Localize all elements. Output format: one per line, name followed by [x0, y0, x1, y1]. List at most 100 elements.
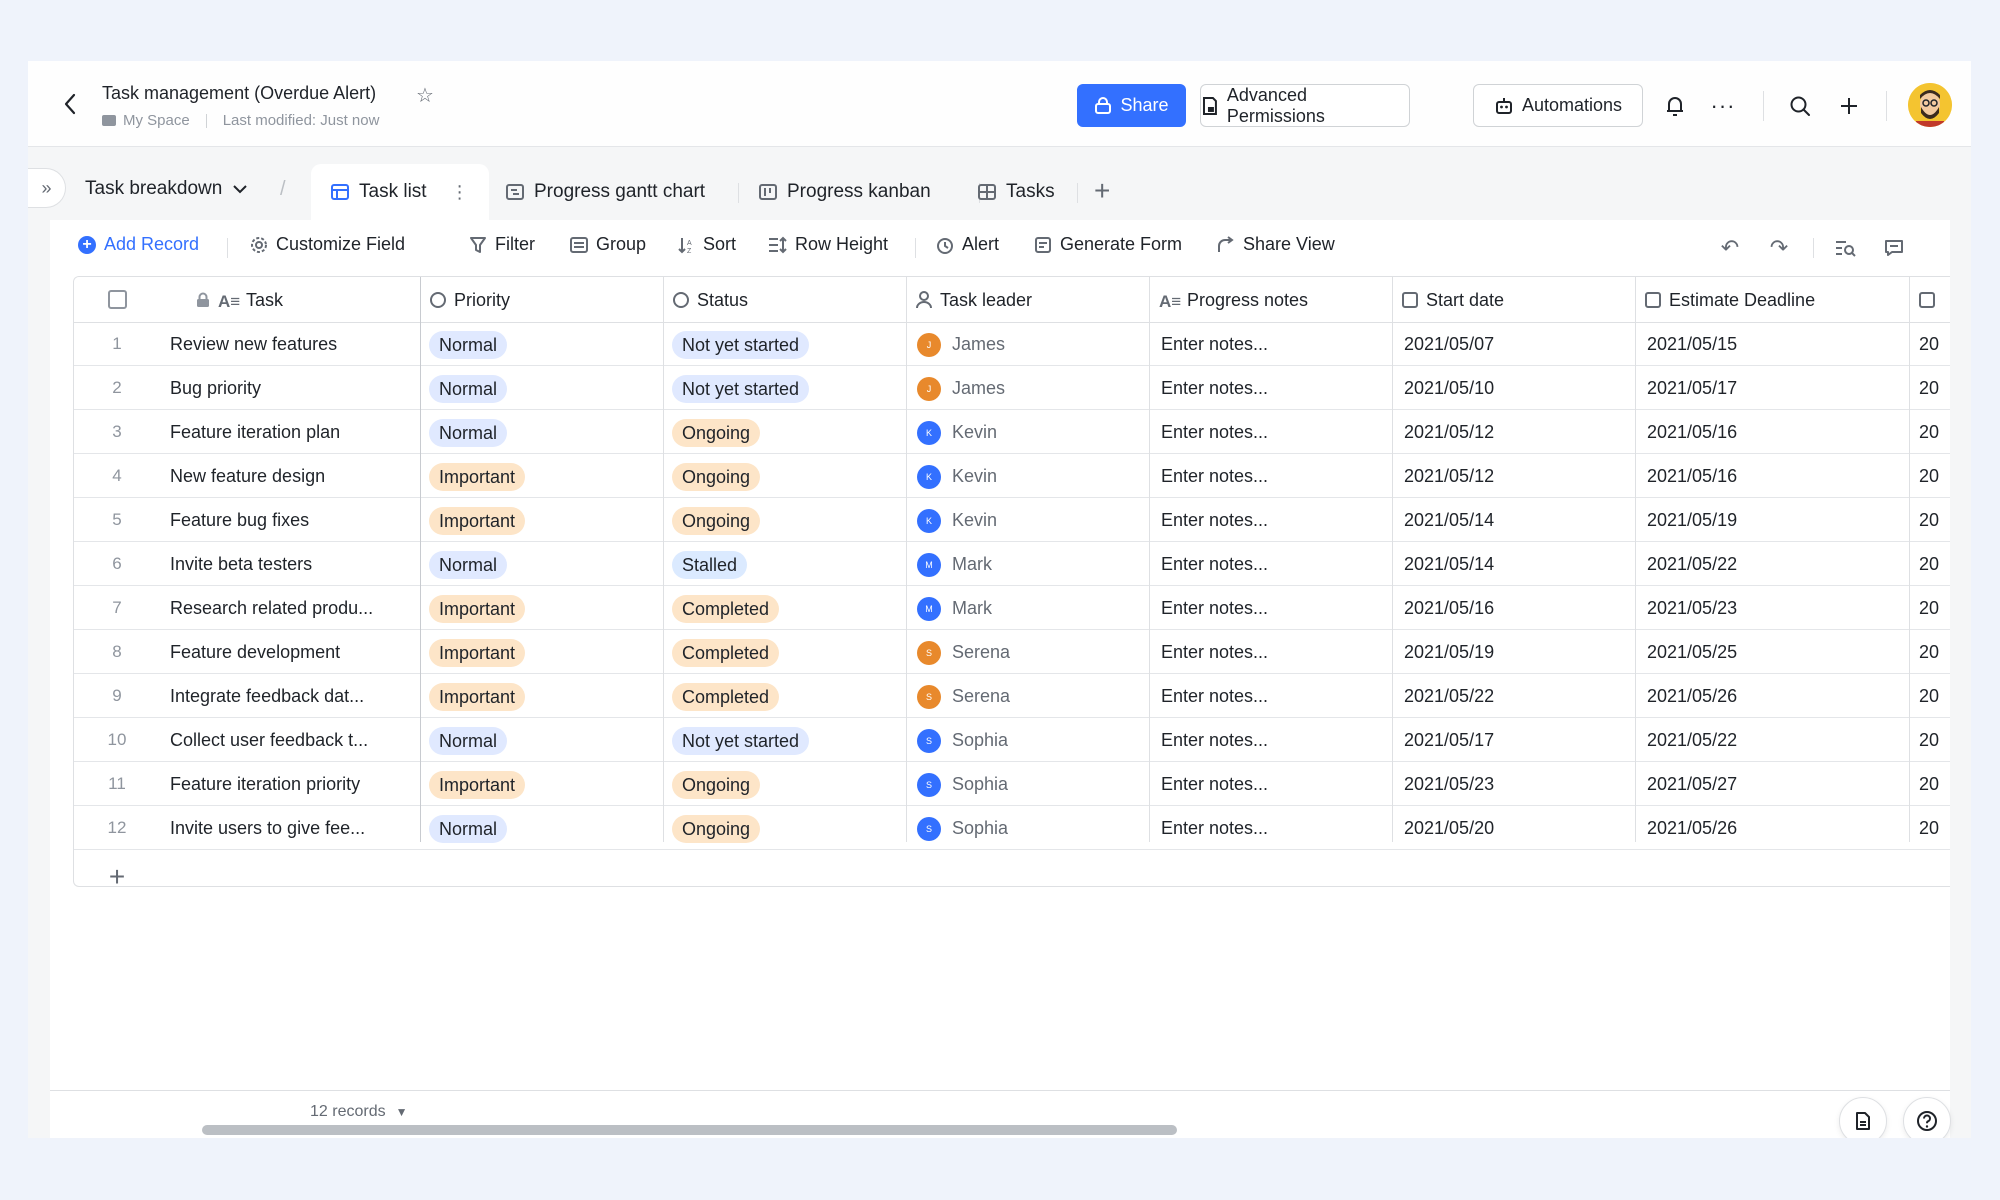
cell-overflow-date[interactable]: 20 — [1919, 719, 1950, 762]
cell-status[interactable]: Ongoing — [672, 455, 902, 498]
cell-estimate-deadline[interactable]: 2021/05/22 — [1647, 543, 1905, 586]
cell-task[interactable]: Feature bug fixes — [170, 499, 396, 542]
sort-button[interactable]: AZ Sort — [677, 234, 736, 255]
cell-estimate-deadline[interactable]: 2021/05/19 — [1647, 499, 1905, 542]
automations-button[interactable]: Automations — [1473, 84, 1643, 127]
cell-status[interactable]: Ongoing — [672, 807, 902, 850]
cell-priority[interactable]: Important — [429, 675, 659, 718]
cell-start-date[interactable]: 2021/05/16 — [1404, 587, 1632, 630]
cell-start-date[interactable]: 2021/05/12 — [1404, 455, 1632, 498]
cell-status[interactable]: Not yet started — [672, 323, 902, 366]
cell-task[interactable]: Review new features — [170, 323, 396, 366]
cell-status[interactable]: Not yet started — [672, 367, 902, 410]
add-view-icon[interactable]: + — [1094, 176, 1110, 206]
column-header-status[interactable]: Status — [664, 277, 907, 323]
tab-task-list[interactable]: Task list ⋮ — [311, 164, 489, 220]
cell-overflow-date[interactable]: 20 — [1919, 631, 1950, 674]
cell-priority[interactable]: Normal — [429, 367, 659, 410]
cell-task-leader[interactable]: S Serena — [917, 631, 1147, 674]
cell-estimate-deadline[interactable]: 2021/05/15 — [1647, 323, 1905, 366]
tab-progress-gantt-chart[interactable]: Progress gantt chart — [506, 164, 705, 220]
column-header-priority[interactable]: Priority — [421, 277, 664, 323]
cell-task-leader[interactable]: M Mark — [917, 587, 1147, 630]
cell-task[interactable]: Feature development — [170, 631, 396, 674]
cell-task[interactable]: Bug priority — [170, 367, 396, 410]
advanced-permissions-button[interactable]: Advanced Permissions — [1200, 84, 1410, 127]
notification-button[interactable] — [1658, 89, 1692, 123]
cell-estimate-deadline[interactable]: 2021/05/22 — [1647, 719, 1905, 762]
cell-priority[interactable]: Important — [429, 499, 659, 542]
cell-priority[interactable]: Important — [429, 631, 659, 674]
create-button[interactable] — [1832, 89, 1866, 123]
cell-overflow-date[interactable]: 20 — [1919, 323, 1950, 366]
undo-icon[interactable]: ↶ — [1715, 233, 1745, 263]
cell-overflow-date[interactable]: 20 — [1919, 455, 1950, 498]
table-row[interactable]: 6 Invite beta testers Normal Stalled M Mark En… — [74, 543, 1950, 586]
star-icon[interactable]: ☆ — [416, 83, 434, 108]
cell-task-leader[interactable]: K Kevin — [917, 455, 1147, 498]
cell-priority[interactable]: Normal — [429, 543, 659, 586]
cell-task-leader[interactable]: S Serena — [917, 675, 1147, 718]
tab-tasks[interactable]: Tasks — [978, 164, 1055, 220]
cell-task[interactable]: Integrate feedback dat... — [170, 675, 396, 718]
expand-sidebar-button[interactable]: » — [28, 168, 66, 208]
cell-progress-notes[interactable]: Enter notes... — [1161, 499, 1389, 542]
alert-button[interactable]: Alert — [936, 234, 999, 255]
find-replace-icon[interactable] — [1830, 233, 1860, 263]
cell-progress-notes[interactable]: Enter notes... — [1161, 411, 1389, 454]
cell-task[interactable]: Research related produ... — [170, 587, 396, 630]
cell-estimate-deadline[interactable]: 2021/05/16 — [1647, 455, 1905, 498]
cell-progress-notes[interactable]: Enter notes... — [1161, 323, 1389, 366]
cell-priority[interactable]: Important — [429, 455, 659, 498]
cell-status[interactable]: Stalled — [672, 543, 902, 586]
column-header-more[interactable] — [1910, 277, 1950, 323]
cell-status[interactable]: Completed — [672, 587, 902, 630]
cell-overflow-date[interactable]: 20 — [1919, 543, 1950, 586]
select-all-checkbox[interactable] — [108, 290, 127, 309]
cell-estimate-deadline[interactable]: 2021/05/23 — [1647, 587, 1905, 630]
comment-icon[interactable] — [1879, 233, 1909, 263]
help-icon[interactable] — [1903, 1097, 1951, 1138]
cell-start-date[interactable]: 2021/05/14 — [1404, 543, 1632, 586]
cell-priority[interactable]: Normal — [429, 719, 659, 762]
cell-overflow-date[interactable]: 20 — [1919, 587, 1950, 630]
share-button[interactable]: Share — [1077, 84, 1186, 127]
cell-progress-notes[interactable]: Enter notes... — [1161, 587, 1389, 630]
table-row[interactable]: 9 Integrate feedback dat... Important Compl… — [74, 675, 1950, 718]
cell-priority[interactable]: Important — [429, 587, 659, 630]
cell-start-date[interactable]: 2021/05/14 — [1404, 499, 1632, 542]
cell-start-date[interactable]: 2021/05/17 — [1404, 719, 1632, 762]
cell-progress-notes[interactable]: Enter notes... — [1161, 543, 1389, 586]
cell-task[interactable]: Collect user feedback t... — [170, 719, 396, 762]
cell-status[interactable]: Ongoing — [672, 763, 902, 806]
cell-task-leader[interactable]: M Mark — [917, 543, 1147, 586]
table-row[interactable]: 4 New feature design Important Ongoing K Kevi… — [74, 455, 1950, 498]
cell-start-date[interactable]: 2021/05/07 — [1404, 323, 1632, 366]
cell-priority[interactable]: Normal — [429, 411, 659, 454]
location-link[interactable]: My Space — [123, 112, 190, 129]
cell-start-date[interactable]: 2021/05/10 — [1404, 367, 1632, 410]
record-count[interactable]: 12 records ▼ — [310, 1103, 407, 1121]
cell-start-date[interactable]: 2021/05/22 — [1404, 675, 1632, 718]
cell-task[interactable]: Feature iteration plan — [170, 411, 396, 454]
more-icon[interactable]: ··· — [1706, 89, 1740, 123]
column-header-task[interactable]: A≡ Task — [187, 277, 404, 323]
cell-start-date[interactable]: 2021/05/20 — [1404, 807, 1632, 850]
table-row[interactable]: 8 Feature development Important Completed S S… — [74, 631, 1950, 674]
cell-estimate-deadline[interactable]: 2021/05/26 — [1647, 675, 1905, 718]
search-button[interactable] — [1783, 89, 1817, 123]
cell-status[interactable]: Not yet started — [672, 719, 902, 762]
cell-progress-notes[interactable]: Enter notes... — [1161, 631, 1389, 674]
cell-task[interactable]: New feature design — [170, 455, 396, 498]
cell-progress-notes[interactable]: Enter notes... — [1161, 763, 1389, 806]
cell-task-leader[interactable]: K Kevin — [917, 411, 1147, 454]
cell-status[interactable]: Completed — [672, 631, 902, 674]
customize-field-button[interactable]: Customize Field — [250, 234, 405, 255]
cell-estimate-deadline[interactable]: 2021/05/26 — [1647, 807, 1905, 850]
table-row[interactable]: 10 Collect user feedback t... Normal Not ye… — [74, 719, 1950, 762]
column-header-progress-notes[interactable]: A≡ Progress notes — [1150, 277, 1393, 323]
row-height-button[interactable]: Row Height — [767, 234, 888, 255]
cell-overflow-date[interactable]: 20 — [1919, 807, 1950, 850]
cell-task[interactable]: Invite users to give fee... — [170, 807, 396, 850]
cell-overflow-date[interactable]: 20 — [1919, 675, 1950, 718]
